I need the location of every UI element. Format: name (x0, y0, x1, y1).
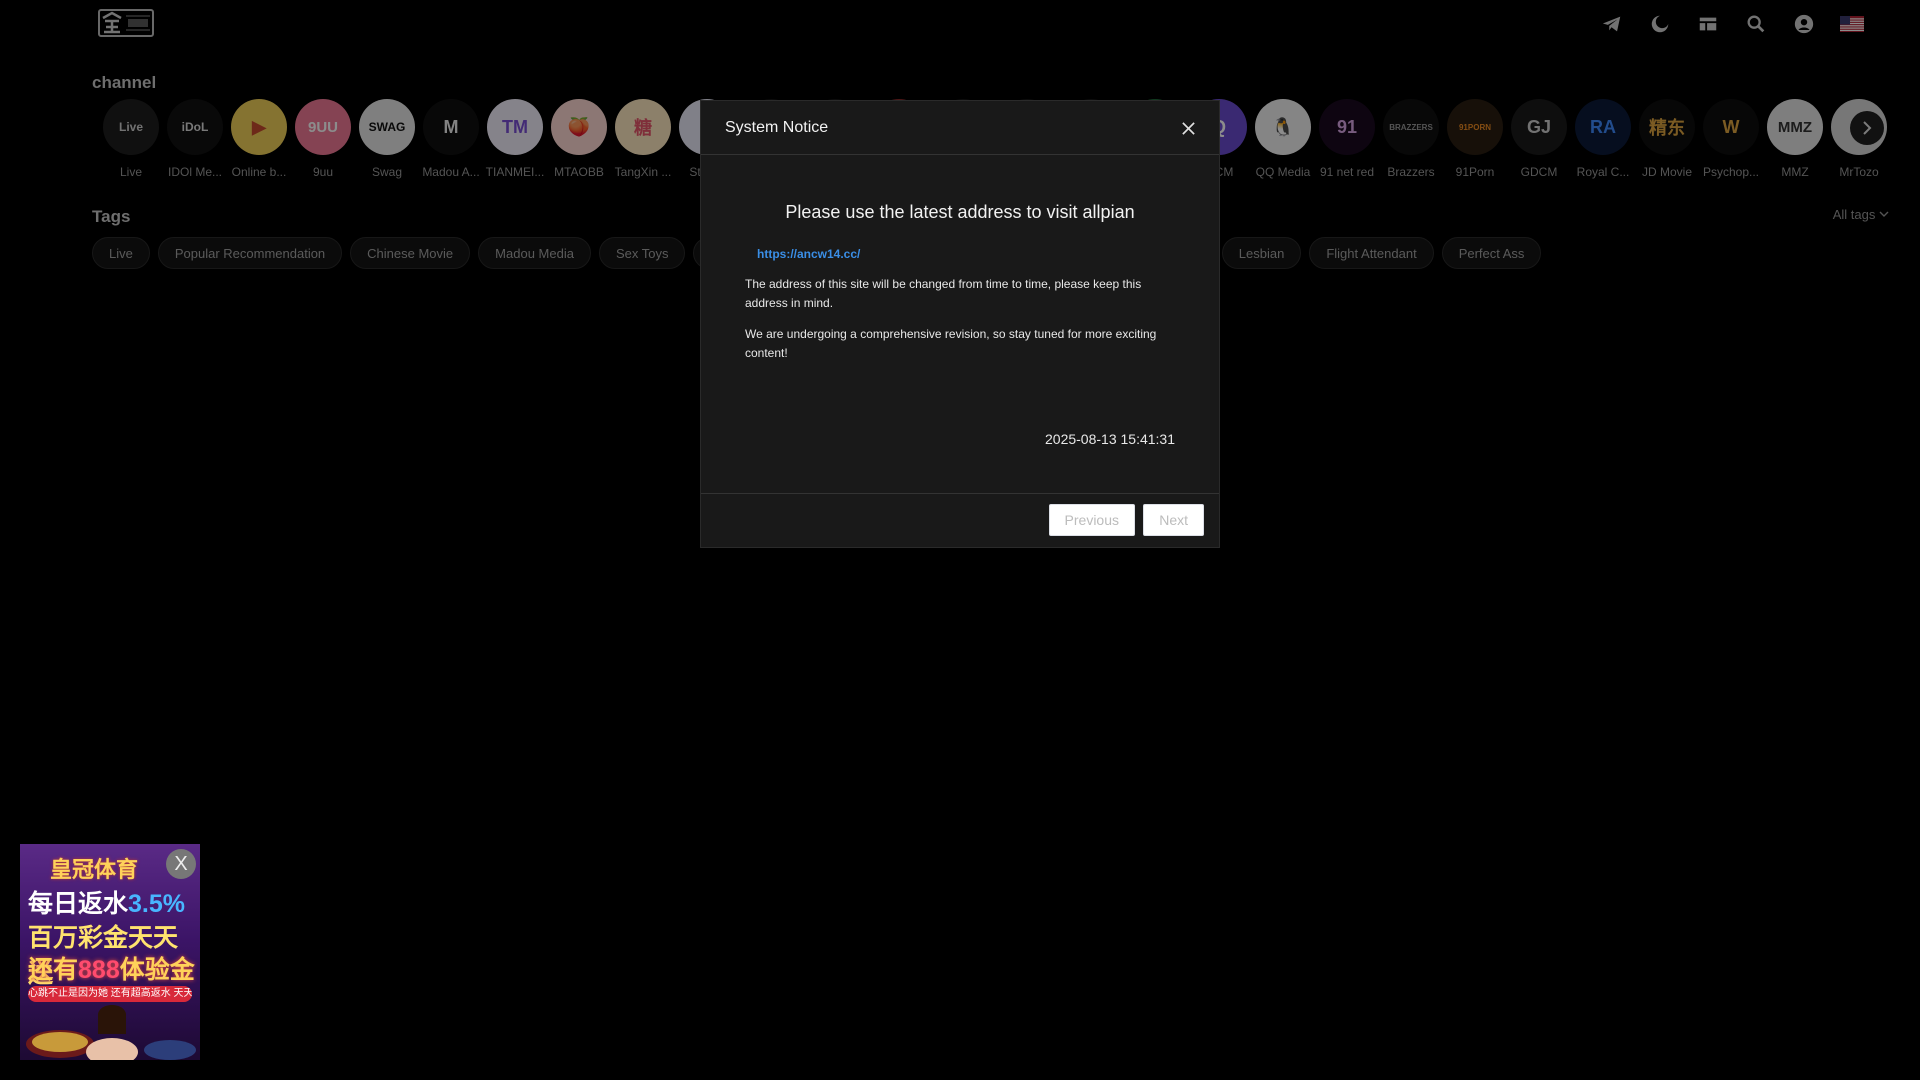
notice-heading: Please use the latest address to visit a… (785, 202, 1135, 222)
notice-paragraph-revision: We are undergoing a comprehensive revisi… (745, 327, 1157, 360)
ad-close-button[interactable]: X (166, 849, 196, 879)
ad-trial-amount: 888 (78, 956, 120, 984)
ad-slogan: 心跳不止是因为她 还有超高返水 天天来回家 (28, 986, 192, 1002)
system-notice-dialog: System Notice Please use the latest addr… (700, 100, 1220, 548)
ad-brand: 皇冠体育 (50, 857, 139, 882)
ad-trial-text: 还有888体验金 (28, 950, 195, 986)
ad-rebate-value: 3.5% (128, 890, 185, 918)
dialog-title: System Notice (725, 118, 829, 136)
ad-trial-suffix: 体验金 (119, 956, 195, 984)
dialog-body: Please use the latest address to visit a… (701, 156, 1219, 494)
dialog-footer: Previous Next (701, 493, 1219, 547)
ad-figure-image (26, 1005, 196, 1060)
previous-button[interactable]: Previous (1048, 504, 1135, 536)
notice-timestamp: 2025-08-13 15:41:31 (1045, 431, 1175, 447)
dialog-header: System Notice (701, 101, 1219, 155)
next-button[interactable]: Next (1143, 504, 1204, 536)
ad-rebate-label: 每日返水 (28, 890, 129, 918)
ad-trial-prefix: 还有 (28, 956, 79, 984)
close-icon[interactable] (1177, 117, 1199, 139)
floating-ad[interactable]: 皇冠体育 每日返水3.5% 百万彩金天天送 还有888体验金 心跳不止是因为她 … (20, 844, 200, 1060)
ad-rebate-text: 每日返水3.5% (28, 884, 185, 920)
new-address-link[interactable]: https://ancw14.cc/ (757, 247, 1175, 261)
notice-paragraph-address: The address of this site will be changed… (745, 277, 1142, 310)
